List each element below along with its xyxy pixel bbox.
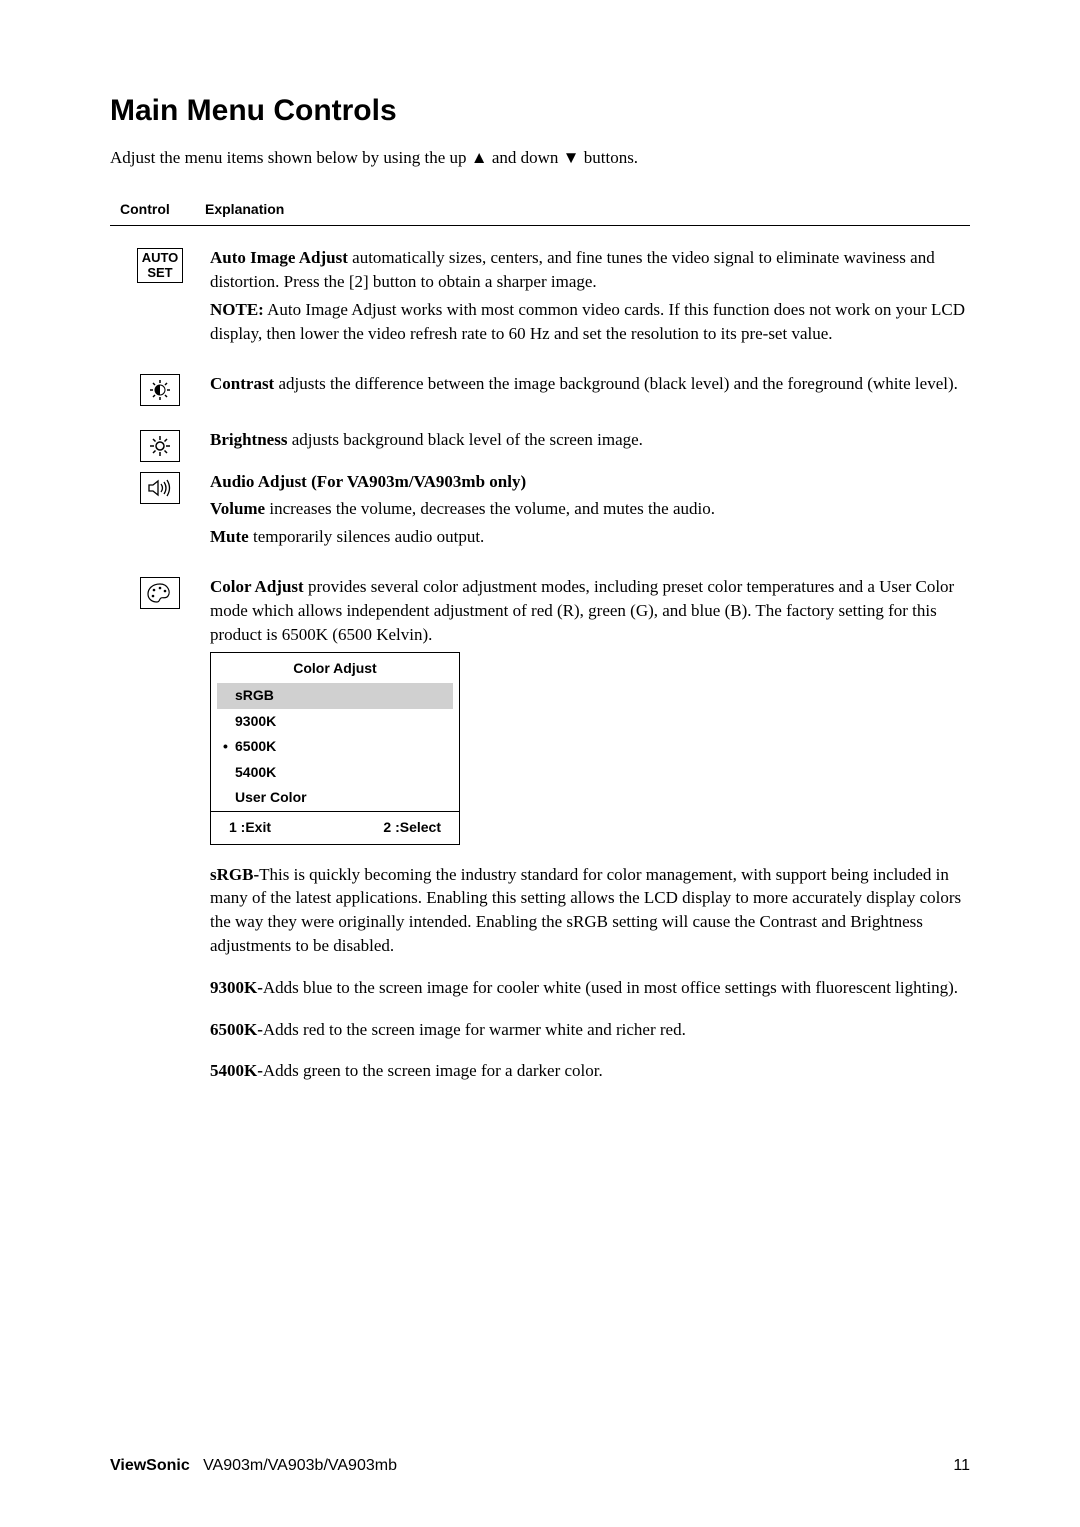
auto-icon-line2: SET [142,266,179,280]
osd-exit: 1 :Exit [229,818,383,838]
osd-title: Color Adjust [211,653,459,683]
color-body: provides several color adjustment modes,… [210,577,954,644]
osd-item-srgb: sRGB [217,683,453,709]
intro-mid: and down [488,148,563,167]
k6500-lead: 6500K- [210,1020,263,1039]
osd-item-5400k: 5400K [211,760,459,786]
osd-item-9300k: 9300K [211,709,459,735]
color-lead: Color Adjust [210,577,304,596]
intro-post: buttons. [580,148,639,167]
table-header: Control Explanation [110,200,970,227]
volume-lead: Volume [210,499,265,518]
k6500-body: Adds red to the screen image for warmer … [263,1020,686,1039]
brightness-icon [140,430,180,462]
row-brightness: Brightness adjusts background black leve… [110,428,970,462]
osd-item-usercolor: User Color [211,785,459,811]
audio-heading: Audio Adjust (For VA903m/VA903mb only) [210,470,970,494]
k5400-body: Adds green to the screen image for a dar… [263,1061,603,1080]
triangle-up-icon: ▲ [471,146,488,170]
brightness-body: adjusts background black level of the sc… [287,430,642,449]
row-contrast: Contrast adjusts the difference between … [110,372,970,406]
header-explanation: Explanation [205,200,970,220]
footer-model: VA903m/VA903b/VA903mb [190,1457,397,1474]
intro-text: Adjust the menu items shown below by usi… [110,146,970,170]
page-title: Main Menu Controls [110,90,970,132]
k5400-lead: 5400K- [210,1061,263,1080]
speaker-icon [140,472,180,504]
srgb-body: This is quickly becoming the industry st… [210,865,961,955]
footer-brand: ViewSonic [110,1457,190,1474]
brightness-lead: Brightness [210,430,287,449]
mute-lead: Mute [210,527,249,546]
header-control: Control [110,200,205,220]
intro-pre: Adjust the menu items shown below by usi… [110,148,471,167]
palette-icon [140,577,180,609]
osd-color-adjust: Color Adjust sRGB 9300K 6500K 5400K User… [210,652,460,844]
triangle-down-icon: ▼ [563,146,580,170]
auto-note-lead: NOTE: [210,300,264,319]
k9300-body: Adds blue to the screen image for cooler… [263,978,958,997]
auto-note-body: Auto Image Adjust works with most common… [210,300,965,343]
auto-lead: Auto Image Adjust [210,248,348,267]
auto-set-icon: AUTO SET [137,248,184,283]
contrast-body: adjusts the difference between the image… [274,374,958,393]
row-auto-image-adjust: AUTO SET Auto Image Adjust automatically… [110,246,970,349]
srgb-lead: sRGB- [210,865,259,884]
auto-icon-line1: AUTO [142,251,179,265]
row-audio-adjust: Audio Adjust (For VA903m/VA903mb only) V… [110,470,970,553]
volume-body: increases the volume, decreases the volu… [265,499,715,518]
mute-body: temporarily silences audio output. [249,527,485,546]
k9300-lead: 9300K- [210,978,263,997]
footer-page: 11 [953,1455,970,1477]
osd-item-6500k: 6500K [211,734,459,760]
contrast-lead: Contrast [210,374,274,393]
osd-select: 2 :Select [383,818,441,838]
contrast-icon [140,374,180,406]
page-footer: ViewSonic VA903m/VA903b/VA903mb 11 [110,1455,970,1477]
row-color-adjust: Color Adjust provides several color adju… [110,575,970,1101]
